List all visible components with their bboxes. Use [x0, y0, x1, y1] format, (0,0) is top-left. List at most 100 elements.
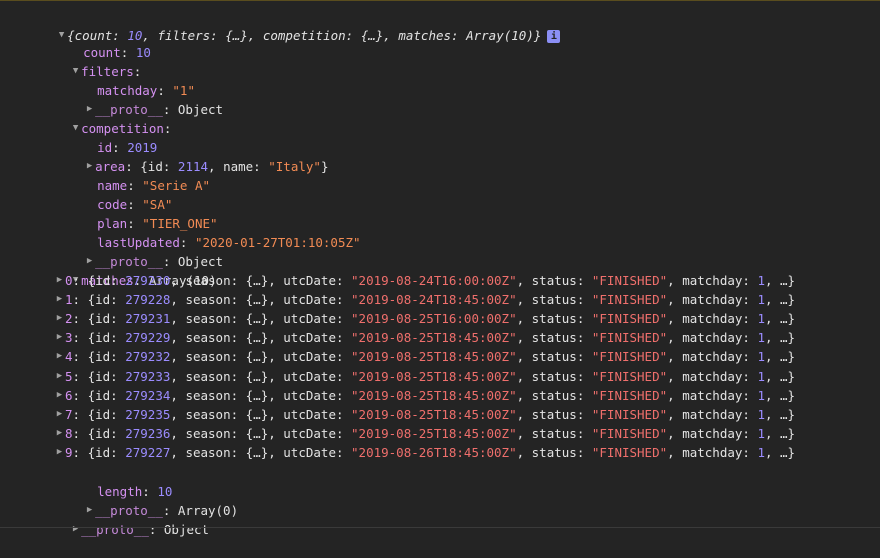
match-index: 0 — [65, 273, 73, 288]
summary-filters-key: filters — [157, 28, 211, 43]
match-row[interactable]: ▶ 8: {id: 279236, season: {…}, utcDate: "… — [54, 424, 795, 443]
matches-proto-row[interactable]: ▶ __proto__: Array(0) — [54, 482, 238, 518]
match-utcdate-value: "2019-08-25T18:45:00Z" — [351, 330, 517, 346]
triangle-right-icon[interactable]: ▶ — [54, 271, 65, 290]
match-season-value: {…} — [245, 330, 269, 346]
summary-competition-key: competition — [262, 28, 346, 43]
match-row[interactable]: ▶ 9: {id: 279227, season: {…}, utcDate: "… — [54, 443, 795, 462]
match-utcdate-value: "2019-08-24T18:45:00Z" — [351, 292, 517, 308]
match-id-value: 279235 — [125, 406, 171, 422]
triangle-right-icon[interactable]: ▶ — [54, 386, 65, 405]
match-season-value: {…} — [245, 311, 269, 327]
match-matchday-value: 1 — [757, 406, 765, 422]
triangle-right-icon[interactable]: ▶ — [54, 328, 65, 347]
area-name-value: "Italy" — [268, 159, 321, 174]
match-index: 1 — [65, 292, 73, 308]
competition-row[interactable]: ▼ competition: — [40, 100, 172, 136]
match-matchday-value: 1 — [757, 311, 765, 327]
match-id-value: 279227 — [125, 444, 171, 460]
match-id-value: 279234 — [125, 387, 171, 403]
filters-proto-row[interactable]: ▶ __proto__: Object — [54, 81, 223, 117]
console-top-border — [0, 0, 880, 1]
match-season-value: {…} — [245, 406, 269, 422]
triangle-right-icon[interactable]: ▶ — [70, 520, 81, 539]
match-index: 2 — [65, 311, 73, 327]
match-row[interactable]: ▶ 2: {id: 279231, season: {…}, utcDate: "… — [54, 309, 795, 328]
competition-plan-row: plan: "TIER_ONE" — [97, 216, 218, 231]
match-index: 4 — [65, 349, 73, 365]
match-season-value: {…} — [245, 444, 269, 460]
match-status-value: "FINISHED" — [591, 273, 668, 288]
match-status-value: "FINISHED" — [591, 292, 668, 308]
match-matchday-value: 1 — [757, 444, 765, 460]
proto-key: __proto__ — [81, 522, 149, 537]
matches-row[interactable]: ▼ matches: Array(10) — [40, 252, 217, 288]
filters-row[interactable]: ▼ filters: — [40, 43, 141, 79]
match-season-value: {…} — [245, 387, 269, 403]
match-id-value: 279231 — [125, 311, 171, 327]
match-utcdate-value: "2019-08-26T18:45:00Z" — [351, 444, 517, 460]
match-matchday-value: 1 — [757, 273, 765, 288]
root-proto-row[interactable]: ▶ __proto__: Object — [40, 501, 209, 537]
competition-name-row: name: "Serie A" — [97, 178, 211, 193]
match-season-value: {…} — [245, 273, 269, 288]
triangle-right-icon[interactable]: ▶ — [54, 367, 65, 386]
triangle-right-icon[interactable]: ▶ — [54, 290, 65, 309]
triangle-right-icon[interactable]: ▶ — [54, 347, 65, 366]
match-season-value: {…} — [245, 368, 269, 384]
match-id-value: 279228 — [125, 292, 171, 308]
match-season-value: {…} — [245, 425, 269, 441]
match-id-value: 279229 — [125, 330, 171, 346]
triangle-right-icon[interactable]: ▶ — [54, 309, 65, 328]
summary-brace-close: } — [533, 28, 542, 43]
match-status-value: "FINISHED" — [591, 425, 668, 441]
match-status-value: "FINISHED" — [591, 330, 668, 346]
match-season-value: {…} — [245, 292, 269, 308]
summary-matches-key: matches — [398, 28, 452, 43]
match-matchday-value: 1 — [757, 292, 765, 308]
match-utcdate-value: "2019-08-25T18:45:00Z" — [351, 387, 517, 403]
match-utcdate-value: "2019-08-25T18:45:00Z" — [351, 368, 517, 384]
competition-lastupdated-row: lastUpdated: "2020-01-27T01:10:05Z" — [97, 235, 361, 250]
match-utcdate-value: "2019-08-25T18:45:00Z" — [351, 349, 517, 365]
match-matchday-value: 1 — [757, 425, 765, 441]
match-id-value: 279236 — [125, 425, 171, 441]
match-utcdate-value: "2019-08-24T16:00:00Z" — [351, 273, 517, 288]
match-status-value: "FINISHED" — [591, 311, 668, 327]
competition-id-row: id: 2019 — [97, 140, 158, 155]
match-id-value: 279232 — [125, 349, 171, 365]
match-status-value: "FINISHED" — [591, 444, 668, 460]
competition-area-row[interactable]: ▶ area: {id: 2114, name: "Italy"} — [54, 138, 329, 174]
info-icon[interactable]: i — [547, 30, 561, 43]
match-row[interactable]: ▶ 0: {id: 279230, season: {…}, utcDate: "… — [54, 271, 795, 290]
summary-matches-value: Array(10) — [466, 28, 534, 43]
competition-proto-row[interactable]: ▶ __proto__: Object — [54, 233, 223, 269]
triangle-right-icon[interactable]: ▶ — [54, 443, 65, 462]
match-id-value: 279230 — [125, 273, 171, 288]
triangle-right-icon[interactable]: ▶ — [54, 405, 65, 424]
proto-value: Object — [163, 522, 210, 537]
match-index: 6 — [65, 387, 73, 403]
summary-competition-value: {…} — [360, 28, 384, 43]
proto-value: Object — [177, 102, 224, 117]
filters-matchday-row: matchday: "1" — [97, 83, 195, 98]
match-season-value: {…} — [245, 349, 269, 365]
matches-length-row: length: 10 — [97, 484, 173, 499]
match-status-value: "FINISHED" — [591, 406, 668, 422]
match-row[interactable]: ▶ 1: {id: 279228, season: {…}, utcDate: "… — [54, 290, 795, 309]
match-matchday-value: 1 — [757, 330, 765, 346]
match-index: 9 — [65, 444, 73, 460]
match-utcdate-value: "2019-08-25T18:45:00Z" — [351, 425, 517, 441]
match-status-value: "FINISHED" — [591, 368, 668, 384]
match-row[interactable]: ▶ 3: {id: 279229, season: {…}, utcDate: "… — [54, 328, 795, 347]
match-row[interactable]: ▶ 4: {id: 279232, season: {…}, utcDate: "… — [54, 347, 795, 366]
match-index: 7 — [65, 406, 73, 422]
match-status-value: "FINISHED" — [591, 349, 668, 365]
match-utcdate-value: "2019-08-25T16:00:00Z" — [351, 311, 517, 327]
triangle-right-icon[interactable]: ▶ — [54, 424, 65, 443]
match-row[interactable]: ▶ 5: {id: 279233, season: {…}, utcDate: "… — [54, 367, 795, 386]
match-status-value: "FINISHED" — [591, 387, 668, 403]
match-row[interactable]: ▶ 6: {id: 279234, season: {…}, utcDate: "… — [54, 386, 795, 405]
match-matchday-value: 1 — [757, 387, 765, 403]
match-row[interactable]: ▶ 7: {id: 279235, season: {…}, utcDate: "… — [54, 405, 795, 424]
